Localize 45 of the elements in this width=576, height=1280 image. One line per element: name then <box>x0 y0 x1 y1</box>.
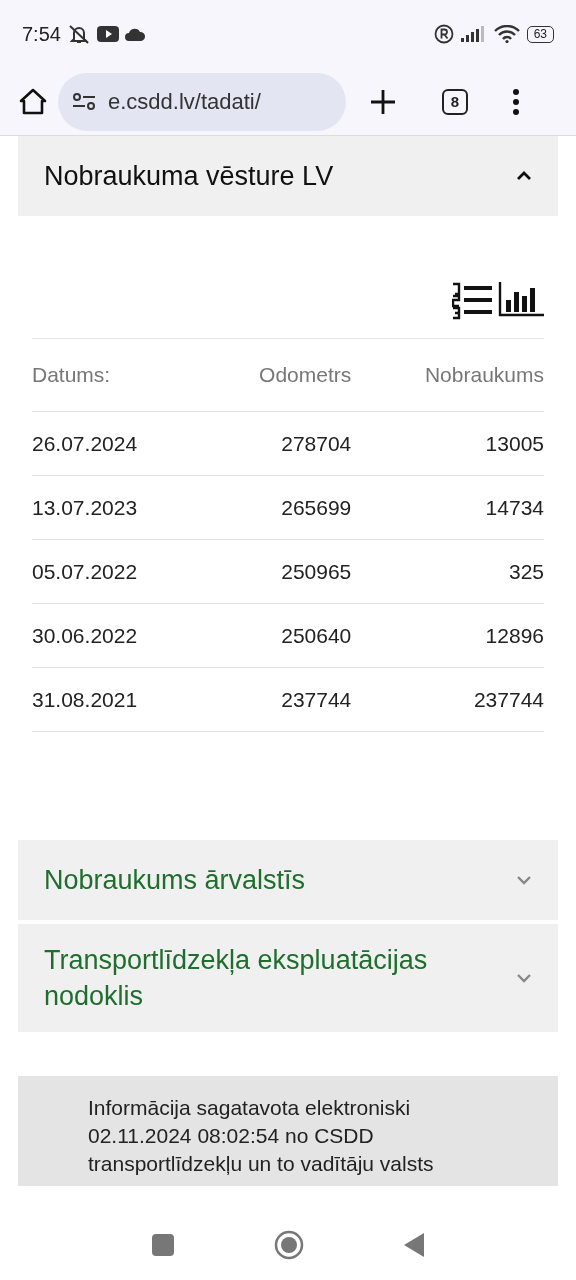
column-header: Odometrs <box>202 339 352 412</box>
table-cell: 278704 <box>202 411 352 476</box>
bar-chart-icon[interactable] <box>498 282 544 318</box>
section-header[interactable]: Transportlīdzekļa ekspluatācijas nodoklis <box>18 924 558 1032</box>
menu-icon[interactable] <box>512 88 520 115</box>
table-cell: 26.07.2024 <box>32 411 203 476</box>
table-cell: 250965 <box>202 539 352 604</box>
table-cell: 250640 <box>202 603 352 668</box>
section-title: Nobraukums ārvalstīs <box>44 864 307 897</box>
table-cell: 12896 <box>351 603 544 668</box>
table-cell: 265699 <box>202 475 352 540</box>
address-bar[interactable]: e.csdd.lv/tadati/ <box>58 72 346 131</box>
table-cell: 13.07.2023 <box>32 475 203 540</box>
table-cell: 05.07.2022 <box>32 539 203 604</box>
table-cell: 30.06.2022 <box>32 603 203 668</box>
recents-button[interactable] <box>152 1234 174 1256</box>
wifi-icon <box>493 25 520 43</box>
signal-icon <box>460 26 487 42</box>
table-cell: 31.08.2021 <box>32 667 203 732</box>
table-cell: 325 <box>351 539 544 604</box>
column-header: Nobraukums <box>351 339 544 412</box>
home-icon[interactable] <box>18 86 48 117</box>
cloud-icon <box>124 27 145 41</box>
battery-indicator: 63 <box>526 25 554 43</box>
registered-icon <box>433 24 454 44</box>
column-header: Datums: <box>32 339 203 412</box>
tab-count-button[interactable]: 8 <box>442 88 468 115</box>
section-title: Nobraukuma vēsture LV <box>44 160 335 193</box>
info-text: Informācija sagatavota elektroniski 02.11.2024 08:02:54 no CSDD transportlīdzekļu un to vadītāju valsts <box>88 1095 435 1177</box>
home-button[interactable] <box>274 1230 304 1260</box>
section-header[interactable]: Nobraukuma vēsture LV <box>18 136 558 216</box>
section-title: Transportlīdzekļa ekspluatācijas nodoklis <box>44 944 429 1013</box>
chevron-up-icon[interactable] <box>516 171 532 181</box>
table-cell: 14734 <box>351 475 544 540</box>
table-cell: 237744 <box>202 667 352 732</box>
chevron-down-icon[interactable] <box>516 875 532 885</box>
site-settings-icon[interactable] <box>72 91 96 112</box>
new-tab-icon[interactable] <box>370 88 396 115</box>
table-cell: 237744 <box>351 667 544 732</box>
clock: 7:54 <box>22 22 61 46</box>
table-cell: 13005 <box>351 411 544 476</box>
chevron-down-icon[interactable] <box>516 973 532 983</box>
back-button[interactable] <box>404 1233 424 1257</box>
video-play-icon <box>96 26 119 42</box>
section-header[interactable]: Nobraukums ārvalstīs <box>18 840 558 920</box>
